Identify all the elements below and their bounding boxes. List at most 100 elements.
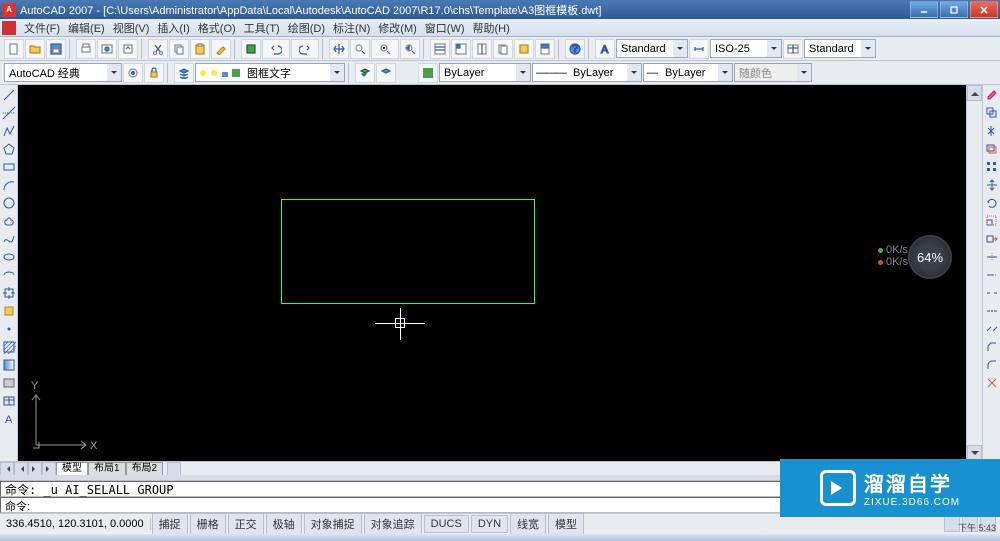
lineweight-dropdown[interactable]: —ByLayer bbox=[643, 63, 733, 82]
help-button[interactable]: ? bbox=[565, 39, 585, 59]
publish-button[interactable] bbox=[118, 39, 138, 59]
tab-last-button[interactable] bbox=[42, 462, 56, 476]
revision-cloud-tool[interactable] bbox=[1, 213, 17, 229]
ortho-toggle[interactable]: 正交 bbox=[228, 513, 264, 535]
chamfer-tool[interactable] bbox=[984, 339, 1000, 355]
zoom-window-button[interactable] bbox=[371, 39, 399, 59]
ducs-toggle[interactable]: DUCS bbox=[424, 515, 469, 533]
zoom-realtime-button[interactable] bbox=[350, 39, 370, 59]
region-tool[interactable] bbox=[1, 375, 17, 391]
explode-tool[interactable] bbox=[984, 375, 1000, 391]
hatch-tool[interactable] bbox=[1, 339, 17, 355]
workspace-lock-button[interactable] bbox=[144, 63, 164, 83]
menu-tools[interactable]: 工具(T) bbox=[240, 19, 284, 37]
workspace-settings-button[interactable] bbox=[123, 63, 143, 83]
layer-states-button[interactable] bbox=[376, 63, 396, 83]
layer-properties-button[interactable] bbox=[174, 63, 194, 83]
menu-help[interactable]: 帮助(H) bbox=[469, 19, 514, 37]
menu-modify[interactable]: 修改(M) bbox=[374, 19, 421, 37]
dimstyle-icon[interactable] bbox=[689, 39, 709, 59]
dimstyle-dropdown[interactable]: ISO-25 bbox=[710, 39, 782, 58]
scroll-up-button[interactable] bbox=[967, 85, 982, 101]
make-block-tool[interactable] bbox=[1, 303, 17, 319]
minimize-button[interactable] bbox=[910, 1, 938, 18]
trim-tool[interactable] bbox=[984, 249, 1000, 265]
dyn-toggle[interactable]: DYN bbox=[471, 515, 508, 533]
insert-block-tool[interactable] bbox=[1, 285, 17, 301]
rotate-tool[interactable] bbox=[984, 195, 1000, 211]
tool-palettes-button[interactable] bbox=[472, 39, 492, 59]
construction-line-tool[interactable] bbox=[1, 105, 17, 121]
menu-insert[interactable]: 插入(I) bbox=[153, 19, 193, 37]
polyline-tool[interactable] bbox=[1, 123, 17, 139]
zoom-previous-button[interactable] bbox=[400, 39, 420, 59]
model-tab[interactable]: 模型 bbox=[56, 462, 88, 476]
offset-tool[interactable] bbox=[984, 141, 1000, 157]
scroll-left-button[interactable] bbox=[167, 462, 181, 476]
menu-edit[interactable]: 编辑(E) bbox=[64, 19, 109, 37]
drawing-canvas[interactable]: X Y 0K/s 0K/s 64% bbox=[18, 85, 966, 461]
rectangle-tool[interactable] bbox=[1, 159, 17, 175]
sheet-set-button[interactable] bbox=[493, 39, 513, 59]
stretch-tool[interactable] bbox=[984, 231, 1000, 247]
layout2-tab[interactable]: 布局2 bbox=[126, 462, 164, 476]
gradient-tool[interactable] bbox=[1, 357, 17, 373]
tablestyle-dropdown[interactable]: Standard bbox=[804, 39, 876, 58]
plotstyle-dropdown[interactable]: 随颜色 bbox=[734, 63, 812, 82]
tab-prev-button[interactable] bbox=[14, 462, 28, 476]
osnap-toggle[interactable]: 对象捕捉 bbox=[304, 513, 362, 535]
mtext-tool[interactable]: A bbox=[1, 411, 17, 427]
quickcalc-button[interactable] bbox=[535, 39, 555, 59]
break-at-point-tool[interactable] bbox=[984, 285, 1000, 301]
match-properties-button[interactable] bbox=[211, 39, 231, 59]
circle-tool[interactable] bbox=[1, 195, 17, 211]
table-tool[interactable] bbox=[1, 393, 17, 409]
tab-first-button[interactable] bbox=[0, 462, 14, 476]
menu-file[interactable]: 文件(F) bbox=[20, 19, 64, 37]
arc-tool[interactable] bbox=[1, 177, 17, 193]
tablestyle-icon[interactable] bbox=[783, 39, 803, 59]
erase-tool[interactable] bbox=[984, 87, 1000, 103]
plot-preview-button[interactable] bbox=[97, 39, 117, 59]
cut-button[interactable] bbox=[148, 39, 168, 59]
markup-button[interactable] bbox=[514, 39, 534, 59]
copy-tool[interactable] bbox=[984, 105, 1000, 121]
menu-draw[interactable]: 绘图(D) bbox=[284, 19, 329, 37]
properties-button[interactable] bbox=[430, 39, 450, 59]
textstyle-icon[interactable]: A bbox=[595, 39, 615, 59]
workspace-dropdown[interactable]: AutoCAD 经典 bbox=[4, 63, 122, 82]
layer-dropdown[interactable]: 图框文字 bbox=[195, 63, 345, 82]
ellipse-tool[interactable] bbox=[1, 249, 17, 265]
layer-previous-button[interactable] bbox=[355, 63, 375, 83]
lwt-toggle[interactable]: 线宽 bbox=[510, 513, 546, 535]
drawn-rectangle[interactable] bbox=[281, 199, 535, 304]
move-tool[interactable] bbox=[984, 177, 1000, 193]
scroll-track[interactable] bbox=[967, 101, 982, 445]
color-swatch[interactable] bbox=[418, 63, 438, 83]
new-button[interactable] bbox=[4, 39, 24, 59]
polar-toggle[interactable]: 极轴 bbox=[266, 513, 302, 535]
fillet-tool[interactable] bbox=[984, 357, 1000, 373]
model-toggle[interactable]: 模型 bbox=[548, 513, 584, 535]
layout1-tab[interactable]: 布局1 bbox=[88, 462, 126, 476]
textstyle-dropdown[interactable]: Standard bbox=[616, 39, 688, 58]
close-button[interactable] bbox=[970, 1, 998, 18]
linetype-dropdown[interactable]: ———ByLayer bbox=[532, 63, 642, 82]
join-tool[interactable] bbox=[984, 321, 1000, 337]
pan-button[interactable] bbox=[329, 39, 349, 59]
copy-button[interactable] bbox=[169, 39, 189, 59]
polygon-tool[interactable] bbox=[1, 141, 17, 157]
vertical-scrollbar[interactable] bbox=[966, 85, 982, 461]
menu-window[interactable]: 窗口(W) bbox=[421, 19, 469, 37]
array-tool[interactable] bbox=[984, 159, 1000, 175]
tab-next-button[interactable] bbox=[28, 462, 42, 476]
design-center-button[interactable] bbox=[451, 39, 471, 59]
spline-tool[interactable] bbox=[1, 231, 17, 247]
document-icon[interactable] bbox=[2, 21, 16, 35]
block-editor-button[interactable] bbox=[241, 39, 261, 59]
line-tool[interactable] bbox=[1, 87, 17, 103]
grid-toggle[interactable]: 栅格 bbox=[190, 513, 226, 535]
mirror-tool[interactable] bbox=[984, 123, 1000, 139]
point-tool[interactable] bbox=[1, 321, 17, 337]
otrack-toggle[interactable]: 对象追踪 bbox=[364, 513, 422, 535]
